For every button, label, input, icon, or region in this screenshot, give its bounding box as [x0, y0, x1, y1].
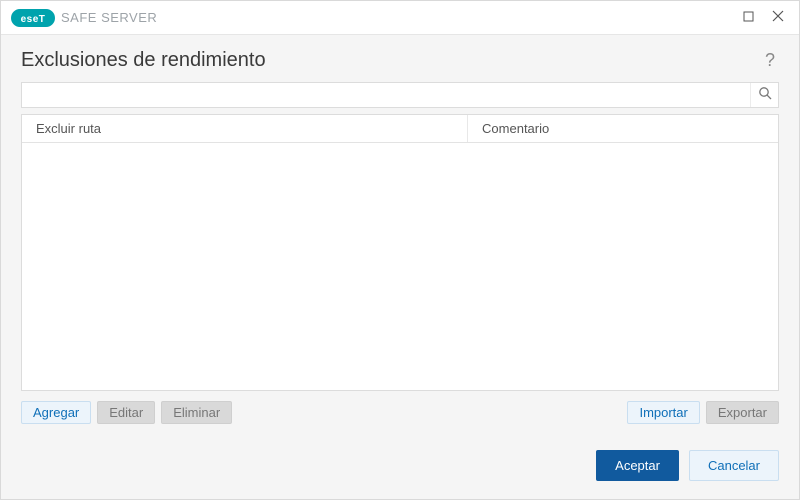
eset-logo-icon: eseT [11, 9, 55, 27]
dialog-footer: Aceptar Cancelar [1, 430, 799, 499]
brand: eseT SAFE SERVER [11, 9, 157, 27]
search-button[interactable] [750, 83, 778, 107]
window-controls [733, 3, 793, 33]
svg-text:eseT: eseT [21, 14, 46, 25]
page-header: Exclusiones de rendimiento ? [1, 35, 799, 82]
page-title: Exclusiones de rendimiento [21, 49, 266, 72]
accept-button[interactable]: Aceptar [596, 450, 679, 481]
close-icon [772, 9, 784, 27]
exclusions-table: Excluir ruta Comentario [21, 114, 779, 391]
search-icon [758, 86, 772, 105]
action-spacer [238, 401, 621, 424]
brand-product-name: SAFE SERVER [61, 10, 157, 25]
search-bar [21, 82, 779, 108]
import-button[interactable]: Importar [627, 401, 699, 424]
titlebar: eseT SAFE SERVER [1, 1, 799, 35]
cancel-button[interactable]: Cancelar [689, 450, 779, 481]
action-row: Agregar Editar Eliminar Importar Exporta… [21, 391, 779, 430]
help-button[interactable]: ? [761, 50, 779, 71]
add-button[interactable]: Agregar [21, 401, 91, 424]
column-header-path[interactable]: Excluir ruta [22, 115, 468, 142]
search-input[interactable] [22, 83, 750, 107]
maximize-icon [743, 9, 754, 27]
maximize-button[interactable] [733, 3, 763, 33]
content-area: Excluir ruta Comentario Agregar Editar E… [1, 82, 799, 430]
column-header-comment[interactable]: Comentario [468, 115, 778, 142]
export-button: Exportar [706, 401, 779, 424]
window-root: eseT SAFE SERVER Exclusiones de rendimie… [0, 0, 800, 500]
table-header: Excluir ruta Comentario [22, 115, 778, 143]
edit-button: Editar [97, 401, 155, 424]
help-icon: ? [765, 50, 775, 70]
table-body [22, 143, 778, 390]
close-button[interactable] [763, 3, 793, 33]
delete-button: Eliminar [161, 401, 232, 424]
